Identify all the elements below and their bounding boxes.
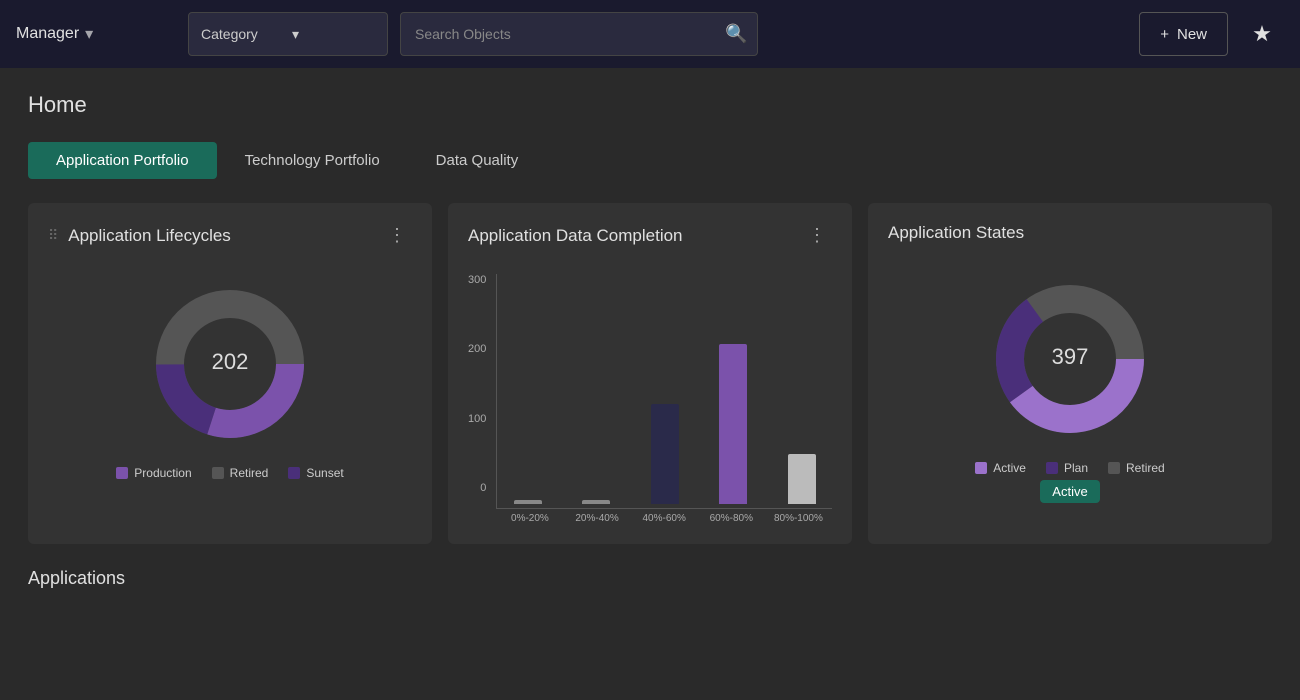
tabs-container: Application Portfolio Technology Portfol… xyxy=(28,142,1272,179)
search-button[interactable]: 🔍 xyxy=(725,24,747,45)
new-label: New xyxy=(1177,26,1207,43)
legend-plan: Plan xyxy=(1046,461,1088,475)
states-retired-label: Retired xyxy=(1126,461,1165,475)
top-nav: Manager ▾ Category ▾ 🔍 + New ★ xyxy=(0,0,1300,68)
sunset-color xyxy=(288,467,300,479)
nav-brand: Manager ▾ xyxy=(16,24,176,44)
lifecycles-title-area: ⠿ Application Lifecycles xyxy=(48,226,231,246)
bars-area: 0%-20% 20%-40% 40%-60% 60%-80% 80%-100% xyxy=(496,274,832,524)
data-completion-menu-button[interactable]: ⋮ xyxy=(802,223,832,248)
production-label: Production xyxy=(134,466,191,480)
cards-row: ⠿ Application Lifecycles ⋮ 202 xyxy=(28,203,1272,544)
plan-color xyxy=(1046,462,1058,474)
lifecycles-center-value: 202 xyxy=(212,349,249,374)
brand-label: Manager xyxy=(16,25,79,43)
page-title: Home xyxy=(28,92,1272,118)
drag-handle-icon: ⠿ xyxy=(48,227,58,244)
data-completion-card-title: Application Data Completion xyxy=(468,226,683,246)
bar-80-100 xyxy=(771,454,832,504)
plus-icon: + xyxy=(1160,26,1169,43)
search-container: 🔍 xyxy=(400,12,758,56)
y-axis: 300 200 100 0 xyxy=(468,274,496,524)
dropdown-chevron-icon: ▾ xyxy=(292,26,375,43)
bar-40-60 xyxy=(634,404,695,504)
states-title-area: Application States xyxy=(888,223,1024,243)
tab-data-quality[interactable]: Data Quality xyxy=(408,142,547,179)
states-legend: Active Plan Retired xyxy=(975,461,1164,475)
data-completion-card-header: Application Data Completion ⋮ xyxy=(468,223,832,248)
category-dropdown[interactable]: Category ▾ xyxy=(188,12,388,56)
favorites-button[interactable]: ★ xyxy=(1240,12,1284,56)
lifecycles-legend: Production Retired Sunset xyxy=(116,466,343,480)
star-icon: ★ xyxy=(1252,21,1272,47)
bar-80-100-bar xyxy=(788,454,816,504)
legend-production: Production xyxy=(116,466,191,480)
data-completion-chart: 300 200 100 0 xyxy=(468,264,832,524)
lifecycles-card: ⠿ Application Lifecycles ⋮ 202 xyxy=(28,203,432,544)
states-chart: 397 Active Plan Retired xyxy=(888,259,1252,511)
sunset-label: Sunset xyxy=(306,466,343,480)
states-card-header: Application States xyxy=(888,223,1252,243)
bar-chart-area: 300 200 100 0 xyxy=(468,274,832,524)
legend-sunset: Sunset xyxy=(288,466,343,480)
label-40-60: 40%-60% xyxy=(631,513,698,524)
lifecycles-menu-button[interactable]: ⋮ xyxy=(382,223,412,248)
states-retired-color xyxy=(1108,462,1120,474)
bar-60-80-bar xyxy=(719,344,747,504)
search-input[interactable] xyxy=(400,12,758,56)
retired-color xyxy=(212,467,224,479)
main-content: Home Application Portfolio Technology Po… xyxy=(0,68,1300,613)
chevron-down-icon: ▾ xyxy=(85,24,93,44)
tab-technology-portfolio[interactable]: Technology Portfolio xyxy=(217,142,408,179)
production-color xyxy=(116,467,128,479)
label-60-80: 60%-80% xyxy=(698,513,765,524)
bar-20-40-bar xyxy=(582,500,610,504)
states-center-value: 397 xyxy=(1052,344,1089,369)
plan-label: Plan xyxy=(1064,461,1088,475)
category-label: Category xyxy=(201,26,284,42)
label-0-20: 0%-20% xyxy=(496,513,563,524)
data-completion-card: Application Data Completion ⋮ 300 200 10… xyxy=(448,203,852,544)
states-card: Application States 397 Acti xyxy=(868,203,1272,544)
legend-retired: Retired xyxy=(212,466,269,480)
y-label-100: 100 xyxy=(468,413,486,425)
bar-0-20-bar xyxy=(514,500,542,504)
bar-labels-row: 0%-20% 20%-40% 40%-60% 60%-80% 80%-100% xyxy=(496,513,832,524)
y-label-0: 0 xyxy=(480,482,486,494)
active-color xyxy=(975,462,987,474)
bar-20-40 xyxy=(566,500,627,504)
tab-application-portfolio[interactable]: Application Portfolio xyxy=(28,142,217,179)
y-label-300: 300 xyxy=(468,274,486,286)
retired-label: Retired xyxy=(230,466,269,480)
lifecycles-chart: 202 Production Retired Sunset xyxy=(48,264,412,490)
data-completion-title-area: Application Data Completion xyxy=(468,226,683,246)
states-donut-svg: 397 xyxy=(970,269,1170,449)
legend-active: Active xyxy=(975,461,1026,475)
active-badge-container: Active xyxy=(1040,483,1099,501)
label-80-100: 80%-100% xyxy=(765,513,832,524)
states-card-title: Application States xyxy=(888,223,1024,243)
label-20-40: 20%-40% xyxy=(563,513,630,524)
lifecycles-card-title: Application Lifecycles xyxy=(68,226,231,246)
legend-states-retired: Retired xyxy=(1108,461,1165,475)
lifecycles-donut-svg: 202 xyxy=(130,274,330,454)
bars-grid xyxy=(496,274,832,509)
applications-section: Applications xyxy=(28,568,1272,589)
y-label-200: 200 xyxy=(468,343,486,355)
applications-title: Applications xyxy=(28,568,1272,589)
active-label: Active xyxy=(993,461,1026,475)
bar-0-20 xyxy=(497,500,558,504)
bar-60-80 xyxy=(703,344,764,504)
new-button[interactable]: + New xyxy=(1139,12,1228,56)
active-badge: Active xyxy=(1040,480,1099,503)
lifecycles-card-header: ⠿ Application Lifecycles ⋮ xyxy=(48,223,412,248)
bar-40-60-bar xyxy=(651,404,679,504)
